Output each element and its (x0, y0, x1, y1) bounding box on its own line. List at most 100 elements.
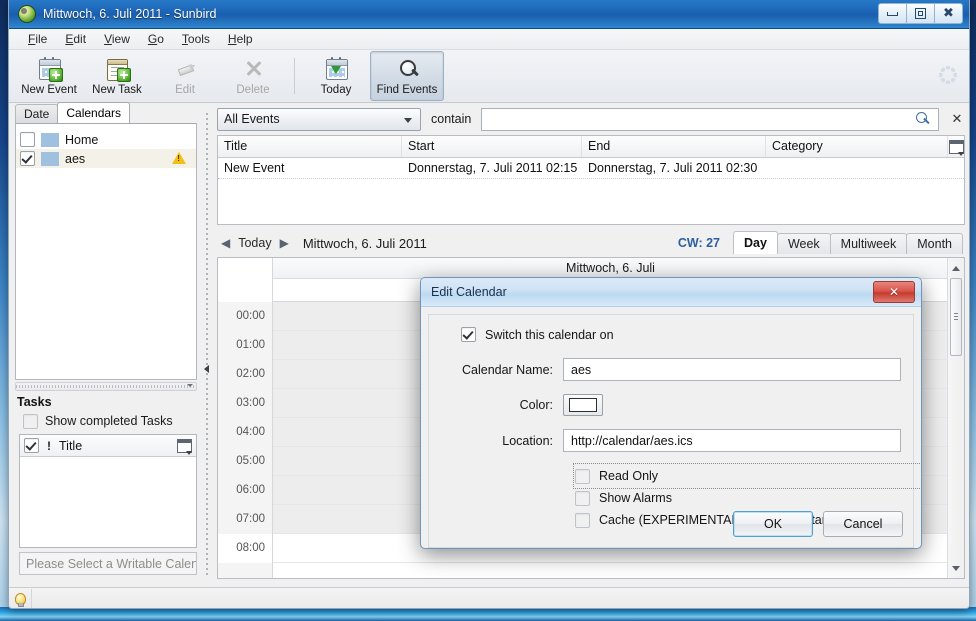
sidebar-tab-date[interactable]: Date (15, 104, 59, 123)
restore-button[interactable] (906, 3, 935, 24)
hour-label: 06:00 (236, 484, 265, 496)
new-event-label: New Event (21, 83, 77, 96)
scroll-up-button[interactable] (948, 260, 964, 276)
show-completed-tasks-checkbox[interactable] (23, 413, 38, 429)
scroll-down-button[interactable] (948, 560, 964, 576)
show-completed-tasks-label: Show completed Tasks (45, 414, 173, 428)
events-table[interactable]: Title Start End Category New Event Donne… (217, 135, 965, 225)
calendar-aes-checkbox[interactable] (20, 151, 35, 166)
events-column-picker-icon[interactable] (948, 139, 964, 156)
tab-month[interactable]: Month (906, 233, 963, 254)
menu-item-go[interactable]: Go (139, 30, 173, 48)
task-priority-column-header[interactable]: ! (47, 439, 51, 453)
pane-splitter[interactable] (203, 103, 211, 587)
calendar-home-color-swatch (41, 132, 59, 147)
calendar-home-checkbox[interactable] (20, 132, 35, 147)
read-only-row[interactable]: Read Only (573, 463, 921, 489)
menu-label-go-rest: o (157, 32, 164, 46)
search-input[interactable] (481, 107, 939, 131)
menu-item-edit[interactable]: Edit (56, 30, 95, 48)
tab-week-label: Week (787, 237, 820, 251)
hour-label: 01:00 (236, 339, 265, 351)
scrollbar-thumb[interactable] (950, 278, 962, 356)
day-header-title: Mittwoch, 6. Juli (273, 258, 948, 279)
menu-item-help[interactable]: Help (219, 30, 262, 48)
color-picker-button[interactable] (563, 394, 603, 416)
find-events-label: Find Events (376, 83, 438, 96)
task-title-column-header[interactable]: Title (59, 439, 169, 453)
today-label: Today (320, 83, 352, 96)
events-column-category[interactable]: Category (766, 136, 948, 157)
menu-item-view[interactable]: View (95, 30, 139, 48)
calendar-name-input[interactable]: aes (563, 358, 901, 381)
table-row[interactable]: New Event Donnerstag, 7. Juli 2011 02:15… (218, 158, 964, 179)
lightbulb-icon[interactable] (9, 589, 32, 608)
calendar-list-item-aes[interactable]: aes (16, 149, 196, 168)
chevron-down-icon (404, 117, 412, 123)
show-alarms-row[interactable]: Show Alarms (575, 487, 901, 509)
current-date-label: Mittwoch, 6. Juli 2011 (302, 235, 427, 251)
read-only-label: Read Only (599, 469, 659, 483)
calendar-location-input[interactable]: http://calendar/aes.ics (563, 429, 901, 452)
switch-calendar-on-checkbox[interactable] (461, 327, 476, 342)
event-start-cell: Donnerstag, 7. Juli 2011 02:15 (408, 161, 578, 175)
tab-day[interactable]: Day (733, 231, 778, 254)
hour-label: 02:00 (236, 368, 265, 380)
menu-label-view-rest: iew (111, 32, 130, 46)
day-view-scrollbar[interactable] (947, 258, 964, 578)
previous-day-button[interactable]: ◀ (221, 236, 230, 250)
menu-item-file[interactable]: File (19, 30, 56, 48)
show-alarms-label: Show Alarms (599, 491, 672, 505)
task-list[interactable]: ! Title (19, 434, 197, 548)
new-task-input[interactable]: Please Select a Writable Calend (19, 552, 197, 575)
new-event-button[interactable]: New Event (15, 51, 83, 101)
delete-button[interactable]: Delete (219, 51, 287, 101)
splitter-collapse-arrow-icon[interactable] (204, 365, 209, 373)
tab-multiweek[interactable]: Multiweek (829, 233, 908, 254)
dialog-close-button[interactable]: ✕ (873, 281, 915, 303)
task-select-all-checkbox[interactable] (24, 438, 39, 453)
window-title: Mittwoch, 6. Juli 2011 - Sunbird (43, 7, 217, 21)
switch-calendar-on-row[interactable]: Switch this calendar on (461, 327, 901, 342)
restore-icon (915, 8, 926, 19)
delete-label: Delete (236, 83, 270, 96)
search-scope-dropdown[interactable]: All Events (217, 107, 421, 131)
menu-label-file-rest: ile (35, 32, 48, 46)
read-only-checkbox[interactable] (575, 468, 590, 484)
calendar-list-item-home[interactable]: Home (16, 130, 196, 149)
ok-label: OK (763, 517, 783, 531)
events-column-end[interactable]: End (582, 136, 766, 157)
tab-day-label: Day (744, 236, 767, 250)
go-today-button[interactable]: Today (238, 236, 271, 250)
events-column-start[interactable]: Start (402, 136, 582, 157)
dialog-buttons: OK Cancel (733, 511, 903, 537)
calendar-week-label: CW: 27 (677, 236, 720, 250)
tab-week[interactable]: Week (776, 233, 831, 254)
close-search-button[interactable]: ✕ (949, 111, 965, 127)
search-icon[interactable] (916, 111, 930, 126)
taskbar[interactable] (0, 607, 976, 621)
minimize-button[interactable] (878, 3, 907, 24)
new-task-label: New Task (92, 83, 142, 96)
menu-item-tools[interactable]: Tools (173, 30, 219, 48)
column-picker-icon[interactable] (177, 438, 192, 455)
events-column-title[interactable]: Title (218, 136, 402, 157)
cancel-label: Cancel (843, 517, 883, 531)
close-button[interactable]: ✖ (934, 3, 963, 24)
throbber-icon (939, 66, 957, 84)
next-day-button[interactable]: ▶ (280, 236, 289, 250)
screen: Mittwoch, 6. Juli 2011 - Sunbird ✖ File … (0, 0, 976, 621)
calendar-list[interactable]: Home aes (15, 123, 197, 380)
edit-button[interactable]: Edit (151, 51, 219, 101)
sidebar-tab-calendars[interactable]: Calendars (57, 102, 131, 123)
today-button[interactable]: Today (302, 51, 370, 101)
show-alarms-checkbox[interactable] (575, 490, 590, 506)
sidebar-splitter[interactable] (15, 382, 197, 391)
cancel-button[interactable]: Cancel (823, 511, 903, 537)
ok-button[interactable]: OK (733, 511, 813, 537)
cache-checkbox[interactable] (575, 512, 590, 528)
new-task-button[interactable]: New Task (83, 51, 151, 101)
find-events-button[interactable]: Find Events (370, 51, 444, 101)
show-completed-tasks-row[interactable]: Show completed Tasks (9, 412, 203, 430)
day-header-gutter-spacer (218, 258, 273, 302)
